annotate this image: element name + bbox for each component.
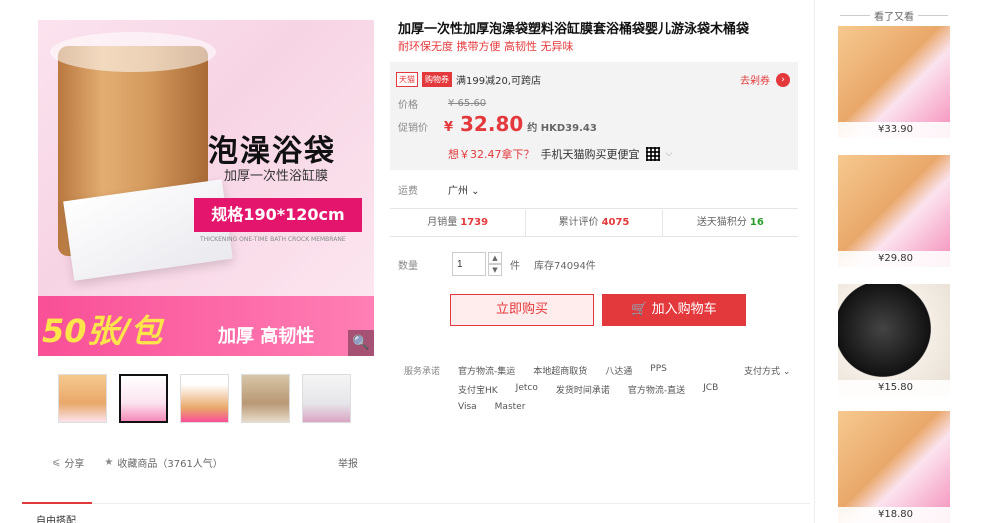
divider [390, 208, 798, 209]
thumbnail-2[interactable] [119, 374, 168, 423]
purchase-buttons: 立即购买 🛒 加入购物车 [450, 294, 746, 326]
divider [390, 236, 798, 237]
image-spec-banner: 规格190*120cm [194, 198, 362, 232]
promo-text: 满199减20,可跨店 [456, 76, 541, 87]
share-label: 分享 [64, 459, 85, 470]
rail-divider [814, 0, 815, 523]
rec-price: ¥29.80 [838, 251, 950, 267]
image-english-caption: THICKENING ONE-TIME BATH CROCK MEMBRANE [200, 236, 346, 243]
tmall-tag: 天猫 [396, 72, 418, 87]
report-link[interactable]: 举报 [338, 455, 358, 470]
thumbnail-3[interactable] [180, 374, 229, 423]
product-subtitle: 耐环保无度 携带方便 高韧性 无异味 [398, 40, 574, 53]
rec-price: ¥18.80 [838, 507, 950, 523]
quantity-input[interactable] [452, 252, 486, 276]
coupon-label: 去剁券 [740, 76, 770, 87]
original-price-row: 价格 ¥ 65.60 [398, 96, 486, 111]
service-item[interactable]: Visa [458, 402, 477, 412]
increment-icon[interactable]: ▲ [488, 252, 502, 264]
promo-row: 天猫 购物券 满199减20,可跨店 [396, 72, 541, 87]
shipping-row: 运费 广州 ⌄ [398, 182, 480, 197]
hkd-price: 约 HKD39.43 [527, 123, 597, 134]
main-product-image[interactable]: 泡澡浴袋 加厚一次性浴缸膜 规格190*120cm THICKENING ONE… [38, 20, 374, 356]
product-gallery: 泡澡浴袋 加厚一次性浴缸膜 规格190*120cm THICKENING ONE… [38, 20, 374, 423]
product-title: 加厚一次性加厚泡澡袋塑料浴缸膜套浴桶袋婴儿游泳袋木桶袋 [398, 22, 750, 37]
quantity-unit: 件 [510, 260, 520, 272]
star-icon: ★ [104, 457, 114, 468]
rec-item[interactable]: ¥15.80 [838, 284, 950, 396]
share-icon: ⩽ [52, 457, 61, 468]
favorite-link[interactable]: ★ 收藏商品（3761人气） [104, 455, 222, 470]
arrow-right-icon: › [776, 72, 790, 87]
payment-method-dropdown[interactable]: 支付方式 ⌄ [744, 364, 790, 377]
rec-price: ¥33.90 [838, 122, 950, 138]
qr-code-icon[interactable] [645, 147, 660, 161]
service-item[interactable]: 八达通 [605, 364, 632, 377]
service-item[interactable]: 本地超商取货 [533, 364, 587, 377]
mobile-deal-row[interactable]: 想￥32.47拿下？ 手机天猫购买更便宜 ⌵ [448, 146, 672, 162]
decrement-icon[interactable]: ▼ [488, 264, 502, 276]
cart-icon: 🛒 [631, 302, 648, 317]
service-item[interactable]: JCB [703, 383, 718, 396]
thumbnail-strip [38, 374, 374, 423]
add-to-cart-button[interactable]: 🛒 加入购物车 [602, 294, 746, 326]
rec-item[interactable]: ¥29.80 [838, 155, 950, 267]
shipping-label: 运费 [398, 186, 418, 197]
stat-monthly-sales: 月销量 1739 [390, 210, 527, 236]
image-thick-text: 加厚 高韧性 [218, 326, 315, 347]
product-actions: ⩽ 分享 ★ 收藏商品（3761人气） 举报 [52, 455, 358, 470]
stat-reviews[interactable]: 累计评价 4075 [526, 210, 663, 236]
sale-price-row: 促销价 ¥ 32.80 约 HKD39.43 [398, 112, 597, 136]
thumbnail-1[interactable] [58, 374, 107, 423]
quantity-stepper: ▲ ▼ [488, 252, 502, 276]
quantity-label: 数量 [398, 260, 418, 272]
zoom-icon[interactable]: 🔍 [348, 330, 374, 356]
image-subline: 加厚一次性浴缸膜 [224, 169, 329, 184]
sales-stats: 月销量 1739 累计评价 4075 送天猫积分 16 [390, 210, 798, 236]
image-count-text: 50张/包 [42, 312, 163, 350]
stat-points: 送天猫积分 16 [696, 217, 764, 228]
service-label: 服务承诺 [404, 367, 441, 377]
shopping-voucher-tag: 购物券 [422, 72, 452, 87]
sale-price-label: 促销价 [398, 123, 428, 134]
thumbnail-4[interactable] [241, 374, 290, 423]
tab-free-combo[interactable]: 自由搭配 [22, 502, 92, 523]
shipping-location-select[interactable]: 广州 ⌄ [448, 182, 480, 197]
image-headline: 泡澡浴袋 [208, 134, 336, 169]
service-items: 官方物流-集运 本地超商取货 八达通 PPS 支付宝HK Jetco 发货时间承… [458, 364, 738, 412]
price-box: 天猫 购物券 满199减20,可跨店 去剁券 › 价格 ¥ 65.60 促销价 … [390, 62, 798, 170]
rec-item[interactable]: ¥33.90 [838, 26, 950, 138]
service-item[interactable]: PPS [650, 364, 667, 377]
buy-now-button[interactable]: 立即购买 [450, 294, 594, 326]
rail-title: 看了又看 [836, 8, 952, 23]
share-link[interactable]: ⩽ 分享 [52, 455, 84, 470]
service-item[interactable]: Master [495, 402, 526, 412]
service-item[interactable]: Jetco [516, 383, 538, 396]
favorite-label: 收藏商品（3761人气） [117, 459, 223, 470]
chevron-down-icon: ⌵ [665, 149, 673, 159]
stock-count: 库存74094件 [534, 260, 596, 272]
original-price: ¥ 65.60 [448, 98, 487, 109]
original-price-label: 价格 [398, 100, 418, 111]
get-coupon-link[interactable]: 去剁券 › [740, 72, 790, 87]
service-item[interactable]: 官方物流-直送 [628, 383, 685, 396]
sale-price: ¥ 32.80 约 HKD39.43 [444, 112, 597, 136]
wish-price-text: 想￥32.47拿下？ [448, 148, 535, 161]
rec-price: ¥15.80 [838, 380, 950, 396]
section-divider [22, 503, 810, 504]
quantity-row: 数量 ▲ ▼ 件 库存74094件 [398, 252, 596, 276]
service-item[interactable]: 发货时间承诺 [556, 383, 610, 396]
thumbnail-5[interactable] [302, 374, 351, 423]
service-item[interactable]: 官方物流-集运 [458, 364, 515, 377]
service-item[interactable]: 支付宝HK [458, 383, 498, 396]
mobile-app-text: 手机天猫购买更便宜 [540, 148, 640, 161]
rec-item[interactable]: ¥18.80 [838, 411, 950, 523]
